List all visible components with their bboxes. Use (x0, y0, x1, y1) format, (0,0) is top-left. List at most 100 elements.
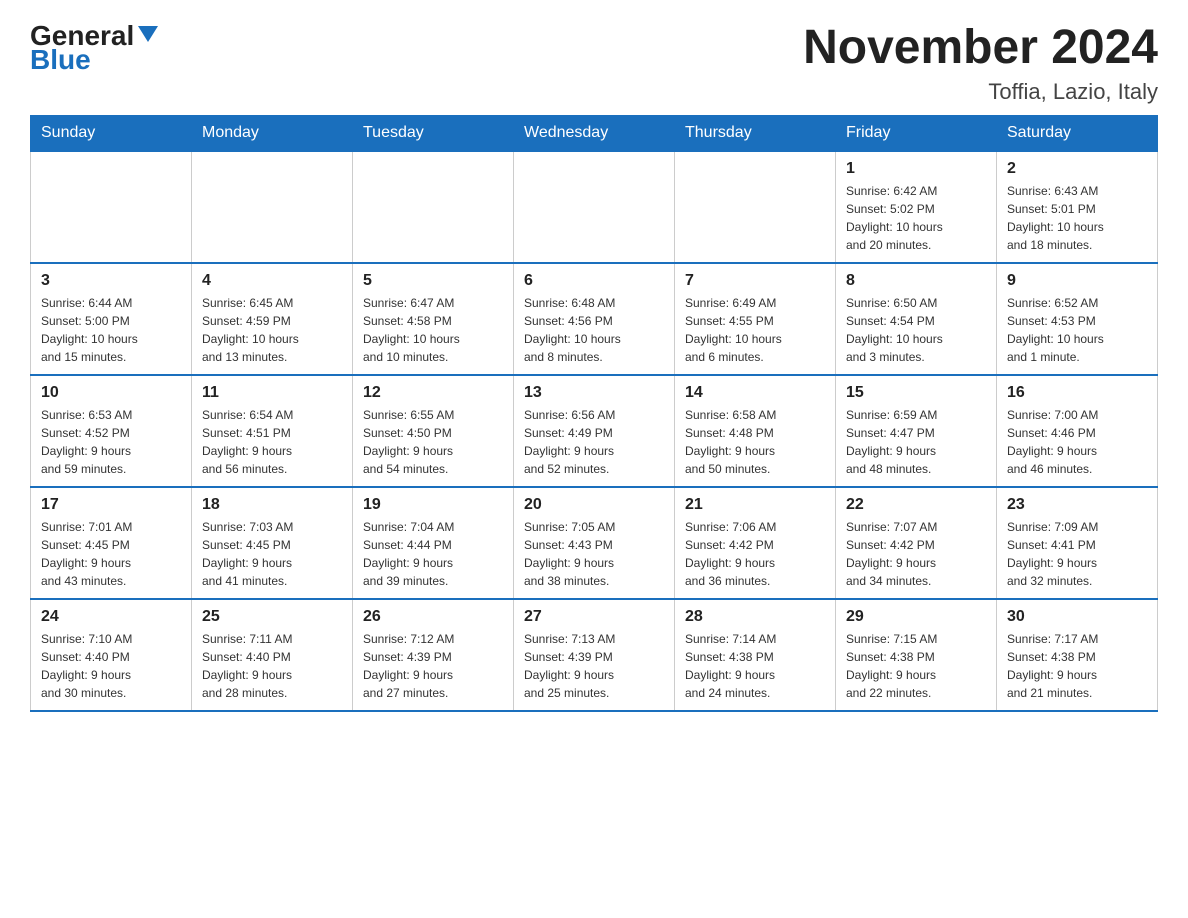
day-number: 20 (524, 496, 664, 514)
day-number: 9 (1007, 272, 1147, 290)
day-info: Sunrise: 6:48 AM Sunset: 4:56 PM Dayligh… (524, 294, 664, 366)
day-of-week-header: Friday (836, 116, 997, 152)
day-number: 8 (846, 272, 986, 290)
calendar-cell: 24Sunrise: 7:10 AM Sunset: 4:40 PM Dayli… (31, 599, 192, 711)
calendar-cell: 13 Sunrise: 6:56 AM Sunset: 4:49 PM Dayli… (514, 375, 675, 487)
calendar-cell: 1 Sunrise: 6:42 AM Sunset: 5:02 PM Daylig… (836, 151, 997, 263)
day-of-week-header: Monday (192, 116, 353, 152)
day-number: 2 (1007, 160, 1147, 178)
day-info: Sunrise: 6:50 AM Sunset: 4:54 PM Dayligh… (846, 294, 986, 366)
day-info: Sunrise: 6:53 AM Sunset: 4:52 PM Dayligh… (41, 406, 181, 478)
day-of-week-header: Thursday (675, 116, 836, 152)
day-number: 18 (202, 496, 342, 514)
day-info: Sunrise: 7:06 AM Sunset: 4:42 PM Dayligh… (685, 518, 825, 590)
title-block: November 2024 Toffia, Lazio, Italy (803, 20, 1158, 105)
calendar-cell: 25Sunrise: 7:11 AM Sunset: 4:40 PM Dayli… (192, 599, 353, 711)
day-info: Sunrise: 6:49 AM Sunset: 4:55 PM Dayligh… (685, 294, 825, 366)
day-number: 19 (363, 496, 503, 514)
calendar-cell: 19Sunrise: 7:04 AM Sunset: 4:44 PM Dayli… (353, 487, 514, 599)
calendar-cell: 22 Sunrise: 7:07 AM Sunset: 4:42 PM Dayli… (836, 487, 997, 599)
calendar-cell: 15 Sunrise: 6:59 AM Sunset: 4:47 PM Dayli… (836, 375, 997, 487)
day-number: 26 (363, 608, 503, 626)
day-info: Sunrise: 7:01 AM Sunset: 4:45 PM Dayligh… (41, 518, 181, 590)
calendar-cell: 6 Sunrise: 6:48 AM Sunset: 4:56 PM Daylig… (514, 263, 675, 375)
day-number: 15 (846, 384, 986, 402)
calendar-cell (192, 151, 353, 263)
day-number: 28 (685, 608, 825, 626)
day-info: Sunrise: 6:54 AM Sunset: 4:51 PM Dayligh… (202, 406, 342, 478)
day-info: Sunrise: 7:12 AM Sunset: 4:39 PM Dayligh… (363, 630, 503, 702)
day-number: 22 (846, 496, 986, 514)
day-info: Sunrise: 7:05 AM Sunset: 4:43 PM Dayligh… (524, 518, 664, 590)
calendar-week-row: 3 Sunrise: 6:44 AM Sunset: 5:00 PM Daylig… (31, 263, 1158, 375)
day-info: Sunrise: 7:13 AM Sunset: 4:39 PM Dayligh… (524, 630, 664, 702)
calendar-cell: 23 Sunrise: 7:09 AM Sunset: 4:41 PM Dayli… (997, 487, 1158, 599)
day-number: 1 (846, 160, 986, 178)
day-number: 10 (41, 384, 181, 402)
calendar-cell: 21 Sunrise: 7:06 AM Sunset: 4:42 PM Dayli… (675, 487, 836, 599)
calendar-cell: 7 Sunrise: 6:49 AM Sunset: 4:55 PM Daylig… (675, 263, 836, 375)
calendar-cell: 30Sunrise: 7:17 AM Sunset: 4:38 PM Dayli… (997, 599, 1158, 711)
day-info: Sunrise: 7:07 AM Sunset: 4:42 PM Dayligh… (846, 518, 986, 590)
calendar-cell (353, 151, 514, 263)
calendar-cell: 2 Sunrise: 6:43 AM Sunset: 5:01 PM Daylig… (997, 151, 1158, 263)
day-number: 3 (41, 272, 181, 290)
day-number: 5 (363, 272, 503, 290)
day-number: 23 (1007, 496, 1147, 514)
calendar-cell: 29Sunrise: 7:15 AM Sunset: 4:38 PM Dayli… (836, 599, 997, 711)
day-number: 17 (41, 496, 181, 514)
day-number: 7 (685, 272, 825, 290)
day-info: Sunrise: 7:17 AM Sunset: 4:38 PM Dayligh… (1007, 630, 1147, 702)
day-info: Sunrise: 7:14 AM Sunset: 4:38 PM Dayligh… (685, 630, 825, 702)
day-info: Sunrise: 6:59 AM Sunset: 4:47 PM Dayligh… (846, 406, 986, 478)
day-info: Sunrise: 6:55 AM Sunset: 4:50 PM Dayligh… (363, 406, 503, 478)
day-of-week-header: Sunday (31, 116, 192, 152)
day-number: 12 (363, 384, 503, 402)
calendar-cell: 27 Sunrise: 7:13 AM Sunset: 4:39 PM Dayli… (514, 599, 675, 711)
day-info: Sunrise: 6:45 AM Sunset: 4:59 PM Dayligh… (202, 294, 342, 366)
calendar-cell: 9Sunrise: 6:52 AM Sunset: 4:53 PM Daylig… (997, 263, 1158, 375)
calendar-week-row: 17 Sunrise: 7:01 AM Sunset: 4:45 PM Dayli… (31, 487, 1158, 599)
day-info: Sunrise: 6:58 AM Sunset: 4:48 PM Dayligh… (685, 406, 825, 478)
day-of-week-header: Wednesday (514, 116, 675, 152)
logo-triangle-icon (138, 26, 158, 42)
calendar-week-row: 24Sunrise: 7:10 AM Sunset: 4:40 PM Dayli… (31, 599, 1158, 711)
day-of-week-header: Tuesday (353, 116, 514, 152)
day-number: 24 (41, 608, 181, 626)
day-number: 13 (524, 384, 664, 402)
logo: General Blue (30, 20, 158, 76)
calendar-cell (31, 151, 192, 263)
calendar-header-row: SundayMondayTuesdayWednesdayThursdayFrid… (31, 116, 1158, 152)
calendar-cell: 26 Sunrise: 7:12 AM Sunset: 4:39 PM Dayli… (353, 599, 514, 711)
day-info: Sunrise: 7:09 AM Sunset: 4:41 PM Dayligh… (1007, 518, 1147, 590)
day-of-week-header: Saturday (997, 116, 1158, 152)
day-info: Sunrise: 6:44 AM Sunset: 5:00 PM Dayligh… (41, 294, 181, 366)
page-header: General Blue November 2024 Toffia, Lazio… (30, 20, 1158, 105)
calendar-cell: 20 Sunrise: 7:05 AM Sunset: 4:43 PM Dayli… (514, 487, 675, 599)
day-info: Sunrise: 6:56 AM Sunset: 4:49 PM Dayligh… (524, 406, 664, 478)
day-number: 21 (685, 496, 825, 514)
calendar-cell: 18 Sunrise: 7:03 AM Sunset: 4:45 PM Dayli… (192, 487, 353, 599)
calendar-cell: 8 Sunrise: 6:50 AM Sunset: 4:54 PM Daylig… (836, 263, 997, 375)
calendar-cell: 5 Sunrise: 6:47 AM Sunset: 4:58 PM Daylig… (353, 263, 514, 375)
day-number: 16 (1007, 384, 1147, 402)
calendar-title: November 2024 (803, 20, 1158, 75)
calendar-week-row: 10 Sunrise: 6:53 AM Sunset: 4:52 PM Dayli… (31, 375, 1158, 487)
day-info: Sunrise: 6:42 AM Sunset: 5:02 PM Dayligh… (846, 182, 986, 254)
day-info: Sunrise: 7:03 AM Sunset: 4:45 PM Dayligh… (202, 518, 342, 590)
day-number: 6 (524, 272, 664, 290)
day-info: Sunrise: 7:00 AM Sunset: 4:46 PM Dayligh… (1007, 406, 1147, 478)
calendar-cell: 3 Sunrise: 6:44 AM Sunset: 5:00 PM Daylig… (31, 263, 192, 375)
day-number: 25 (202, 608, 342, 626)
calendar-cell: 17 Sunrise: 7:01 AM Sunset: 4:45 PM Dayli… (31, 487, 192, 599)
calendar-cell (675, 151, 836, 263)
day-number: 4 (202, 272, 342, 290)
calendar-cell (514, 151, 675, 263)
day-number: 14 (685, 384, 825, 402)
day-info: Sunrise: 6:47 AM Sunset: 4:58 PM Dayligh… (363, 294, 503, 366)
logo-blue-text: Blue (30, 44, 91, 76)
day-number: 27 (524, 608, 664, 626)
day-number: 11 (202, 384, 342, 402)
day-number: 29 (846, 608, 986, 626)
day-info: Sunrise: 6:43 AM Sunset: 5:01 PM Dayligh… (1007, 182, 1147, 254)
